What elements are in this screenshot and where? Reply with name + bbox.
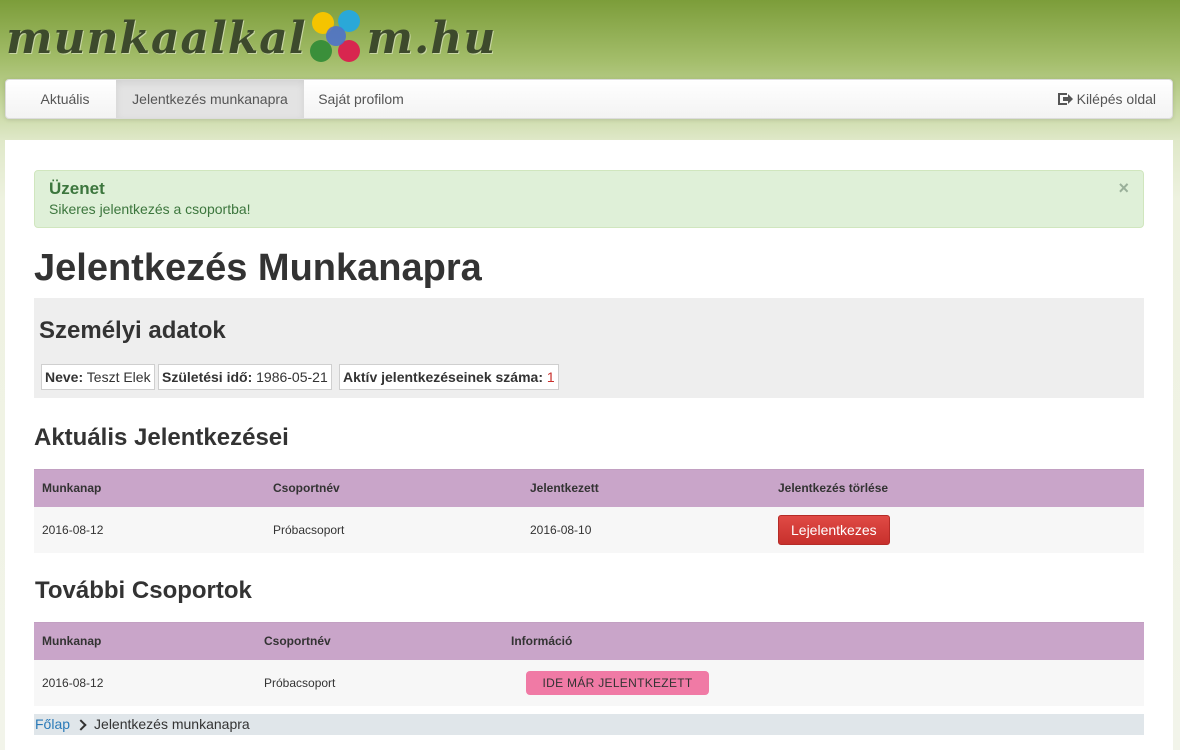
birthdate-label: Születési idő:	[162, 369, 253, 385]
column-header: Jelentkezés törlése	[770, 469, 1144, 507]
current-applications-table: Munkanap Csoportnév Jelentkezett Jelentk…	[34, 469, 1144, 553]
info-cell: IDE MÁR JELENTKEZETT	[503, 659, 1144, 706]
birthdate-value: 1986-05-21	[256, 369, 328, 385]
column-header: Információ	[503, 622, 1144, 660]
applied-date-cell: 2016-08-10	[522, 506, 770, 553]
column-header: Munkanap	[34, 622, 256, 660]
logo-text-right: m.hu	[366, 13, 497, 64]
breadcrumb-home-link[interactable]: Főlap	[35, 714, 70, 735]
active-count-value: 1	[546, 369, 555, 385]
column-header: Jelentkezett	[522, 469, 770, 507]
column-header: Munkanap	[34, 469, 265, 507]
workday-cell: 2016-08-12	[34, 659, 256, 706]
column-header: Csoportnév	[265, 469, 522, 507]
main-content: Üzenet Sikeres jelentkezés a csoportba! …	[5, 140, 1173, 750]
site-logo[interactable]: munkaalkal m.hu	[6, 10, 496, 68]
nav-sajat-profilom[interactable]: Saját profilom	[306, 80, 416, 118]
group-name-cell: Próbacsoport	[265, 506, 522, 553]
name-value: Teszt Elek	[86, 369, 151, 385]
unsubscribe-button[interactable]: Lejelentkezes	[778, 514, 890, 545]
breadcrumb-current: Jelentkezés munkanapra	[94, 716, 250, 732]
table-row: 2016-08-12 Próbacsoport IDE MÁR JELENTKE…	[34, 659, 1144, 706]
alert-message: Sikeres jelentkezés a csoportba!	[49, 201, 251, 217]
other-groups-title: További Csoportok	[35, 577, 252, 604]
table-header-row: Munkanap Csoportnév Információ	[34, 622, 1144, 660]
active-count-info: Aktív jelentkezéseinek száma: 1	[339, 364, 559, 390]
logout-link[interactable]: Kilépés oldal	[1026, 80, 1156, 118]
column-header: Csoportnév	[256, 622, 503, 660]
table-header-row: Munkanap Csoportnév Jelentkezett Jelentk…	[34, 469, 1144, 507]
success-alert: Üzenet Sikeres jelentkezés a csoportba! …	[34, 170, 1144, 228]
group-name-cell: Próbacsoport	[256, 659, 503, 706]
logo-people-icon	[308, 10, 366, 68]
active-count-label: Aktív jelentkezéseinek száma:	[343, 369, 543, 385]
other-groups-table: Munkanap Csoportnév Információ 2016-08-1…	[34, 622, 1144, 706]
breadcrumb: Főlap Jelentkezés munkanapra	[34, 714, 1144, 735]
personal-data-title: Személyi adatok	[39, 317, 226, 344]
name-label: Neve:	[45, 369, 84, 385]
logo-text-left: munkaalkal	[6, 13, 307, 64]
logout-label: Kilépés oldal	[1076, 91, 1156, 107]
workday-cell: 2016-08-12	[34, 506, 265, 553]
birthdate-info: Születési idő: 1986-05-21	[158, 364, 332, 390]
already-applied-badge[interactable]: IDE MÁR JELENTKEZETT	[526, 670, 709, 695]
alert-title: Üzenet	[49, 179, 105, 198]
header: munkaalkal m.hu	[0, 0, 1180, 78]
main-navbar: Aktuális Jelentkezés munkanapra Saját pr…	[5, 79, 1173, 119]
page-title: Jelentkezés Munkanapra	[34, 247, 482, 289]
nav-jelentkezes-munkanapra[interactable]: Jelentkezés munkanapra	[116, 80, 304, 118]
table-row: 2016-08-12 Próbacsoport 2016-08-10 Lejel…	[34, 506, 1144, 553]
personal-data-panel: Személyi adatok Neve: Teszt Elek Születé…	[34, 298, 1144, 398]
logout-icon	[1057, 92, 1073, 106]
chevron-right-icon	[75, 718, 87, 731]
current-applications-title: Aktuális Jelentkezései	[34, 424, 289, 451]
nav-aktualis[interactable]: Aktuális	[26, 80, 104, 118]
delete-cell: Lejelentkezes	[770, 506, 1144, 553]
name-info: Neve: Teszt Elek	[41, 364, 155, 390]
close-icon[interactable]: ×	[1118, 179, 1129, 197]
